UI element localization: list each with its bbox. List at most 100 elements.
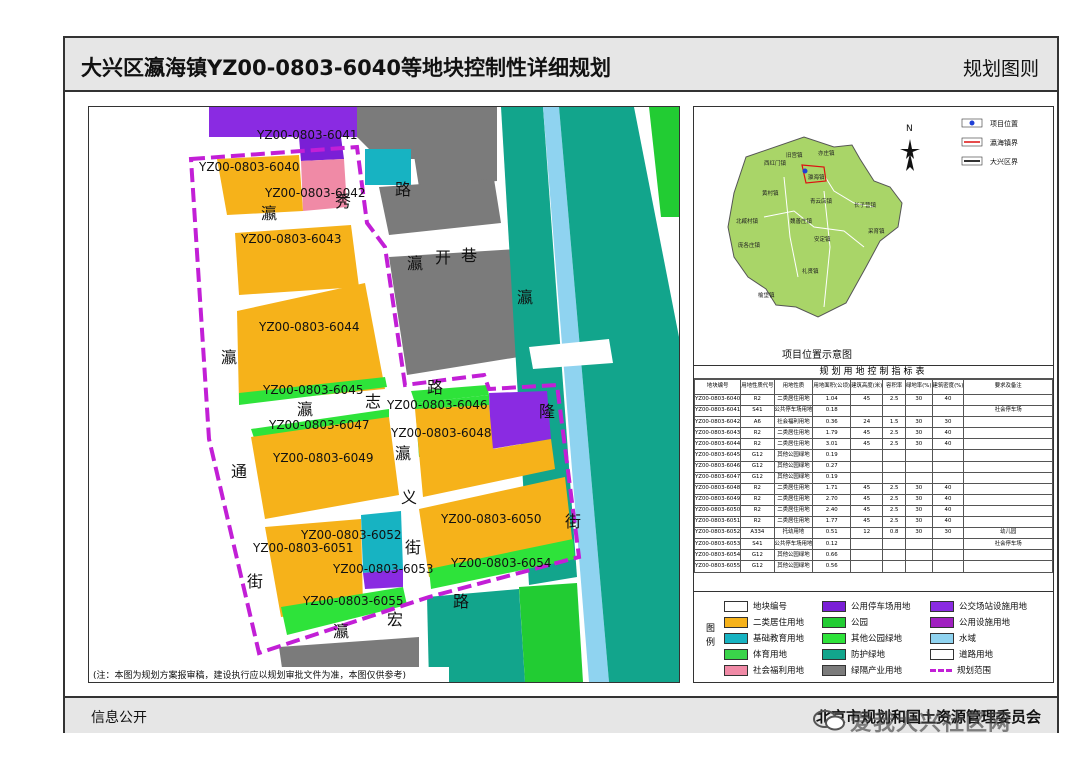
legend-swatch (930, 600, 954, 612)
table-cell: 1.71 (812, 482, 852, 495)
table-cell (882, 471, 906, 484)
table-cell: G12 (740, 449, 775, 462)
offsite-blank (89, 577, 279, 682)
legend-item: 绿隔产业用地 (822, 664, 902, 676)
legend-swatch (822, 632, 846, 644)
legend-swatch (930, 616, 954, 628)
legend-item: 地块编号 (724, 600, 787, 612)
road-char: 瀛 (395, 444, 411, 463)
table-row: YZ00-0803-6049 R2 二类居住用地 2.70 45 2.5 30 40 (694, 493, 1053, 506)
table-cell: 24 (850, 416, 884, 429)
map-note: (注：本图为规划方案报审稿，建设执行应以规划审批文件为准，本图仅供参考) (93, 669, 406, 681)
legend-swatch (724, 648, 748, 660)
table-cell (850, 449, 884, 462)
table-cell: 二类居住用地 (773, 516, 814, 529)
label-6051: YZ00-0803-6051 (252, 541, 354, 555)
table-cell (931, 449, 965, 462)
table-cell (963, 482, 1053, 495)
legend-label: 基础教育用地 (753, 634, 805, 644)
table-cell: YZ00-0803-6053 (694, 538, 742, 551)
table-cell: 45 (850, 393, 884, 407)
location-inset: 西红门镇 旧宫镇 亦庄镇 瀛海镇 黄村镇 北臧村镇 魏善庄镇 青云店镇 长子营镇… (693, 106, 1054, 367)
table-cell (963, 493, 1053, 506)
road-char: 瀛 (333, 622, 349, 641)
legend-swatch (930, 668, 952, 672)
table-cell: 0.12 (812, 538, 852, 551)
table-cell: 其他公园绿地 (773, 471, 814, 484)
table-cell: 幼儿园 (963, 527, 1053, 540)
table-cell: 二类居住用地 (773, 393, 814, 407)
table-cell: 40 (931, 482, 965, 495)
table-row: YZ00-0803-6051 R2 二类居住用地 1.77 45 2.5 30 40 (694, 516, 1053, 529)
table-cell: YZ00-0803-6045 (694, 449, 742, 462)
legend-item: 防护绿地 (822, 648, 885, 660)
table-title: 规划用地控制指标表 (694, 366, 1053, 379)
road-char: 隆 (539, 402, 555, 421)
table-cell: 0.36 (812, 416, 852, 429)
legend-label: 二类居住用地 (753, 618, 805, 628)
legend-item: 水域 (930, 632, 976, 644)
label-6047: YZ00-0803-6047 (268, 418, 370, 432)
wechat-icon (813, 710, 845, 731)
legend-swatch (724, 664, 748, 676)
table-cell (963, 516, 1053, 529)
legend-label: 绿隔产业用地 (851, 666, 903, 676)
table-cell: YZ00-0803-6046 (694, 460, 742, 473)
inset-legend-label: 瀛海镇界 (990, 138, 1018, 147)
town-label: 亦庄镇 (818, 149, 835, 157)
table-cell: 0.19 (812, 449, 852, 462)
legend-label: 社会福利用地 (753, 666, 805, 676)
legend-swatch (822, 664, 846, 676)
table-cell (882, 460, 906, 473)
table-cell: YZ00-0803-6050 (694, 504, 742, 518)
label-6040: YZ00-0803-6040 (198, 160, 300, 174)
legend-swatch (724, 600, 748, 612)
road-char: 街 (565, 512, 581, 531)
table-cell: 公共停车场用地 (773, 405, 814, 418)
watermark-text: 爱我大兴社区网 (850, 711, 1012, 736)
table-cell: 1.79 (812, 427, 852, 440)
label-6048: YZ00-0803-6048 (390, 426, 492, 440)
label-6041: YZ00-0803-6041 (256, 128, 358, 142)
label-6046: YZ00-0803-6046 (386, 398, 488, 412)
legend-label: 其他公园绿地 (851, 634, 903, 644)
table-cell: YZ00-0803-6052 (694, 527, 742, 540)
table-cell: 30 (904, 482, 933, 495)
table-cell (963, 393, 1053, 407)
road-char: 瀛 (221, 348, 237, 367)
table-cell (850, 471, 884, 484)
table-cell: 社会停车场 (963, 538, 1053, 551)
table-cell: 30 (904, 527, 933, 540)
table-row: YZ00-0803-6042 A6 社会福利用地 0.36 24 1.5 30 30 (694, 416, 1053, 429)
table-cell: 2.5 (882, 438, 906, 451)
table-cell: 30 (931, 527, 965, 540)
table-cell (904, 449, 933, 462)
table-cell: 2.5 (882, 516, 906, 529)
table-cell: 0.27 (812, 460, 852, 473)
table-cell: 0.8 (882, 527, 906, 540)
table-row: YZ00-0803-6054 G12 其他公园绿地 0.66 (694, 549, 1053, 562)
road-char: 通 (231, 462, 247, 481)
legend-swatch (930, 648, 954, 660)
table-cell: A334 (740, 527, 775, 540)
table-cell: 0.56 (812, 560, 852, 573)
legend-label: 公用停车场用地 (851, 602, 911, 612)
north-label: N (906, 124, 913, 134)
road-char: 开 (435, 248, 451, 267)
table-row: YZ00-0803-6043 R2 二类居住用地 1.79 45 2.5 30 40 (694, 427, 1053, 440)
table-cell: 2.5 (882, 393, 906, 407)
table-cell: 其他公园绿地 (773, 560, 814, 573)
label-6052: YZ00-0803-6052 (300, 528, 402, 542)
table-cell: R2 (740, 493, 775, 506)
legend-item: 道路用地 (930, 648, 993, 660)
col-header: 用地性质代号 (740, 379, 775, 395)
project-location-marker (802, 168, 808, 174)
table-row: YZ00-0803-6053 S41 公共停车场用地 0.12 社会停车场 (694, 538, 1053, 551)
title-bar: 大兴区瀛海镇YZ00-0803-6040等地块控制性详细规划 规划图则 (65, 38, 1057, 92)
label-6049: YZ00-0803-6049 (272, 451, 374, 465)
legend-label: 地块编号 (753, 602, 788, 612)
table-cell: 45 (850, 493, 884, 506)
table-cell: 40 (931, 493, 965, 506)
park-east (649, 107, 679, 217)
table-row: YZ00-0803-6044 R2 二类居住用地 3.01 45 2.5 30 40 (694, 438, 1053, 451)
